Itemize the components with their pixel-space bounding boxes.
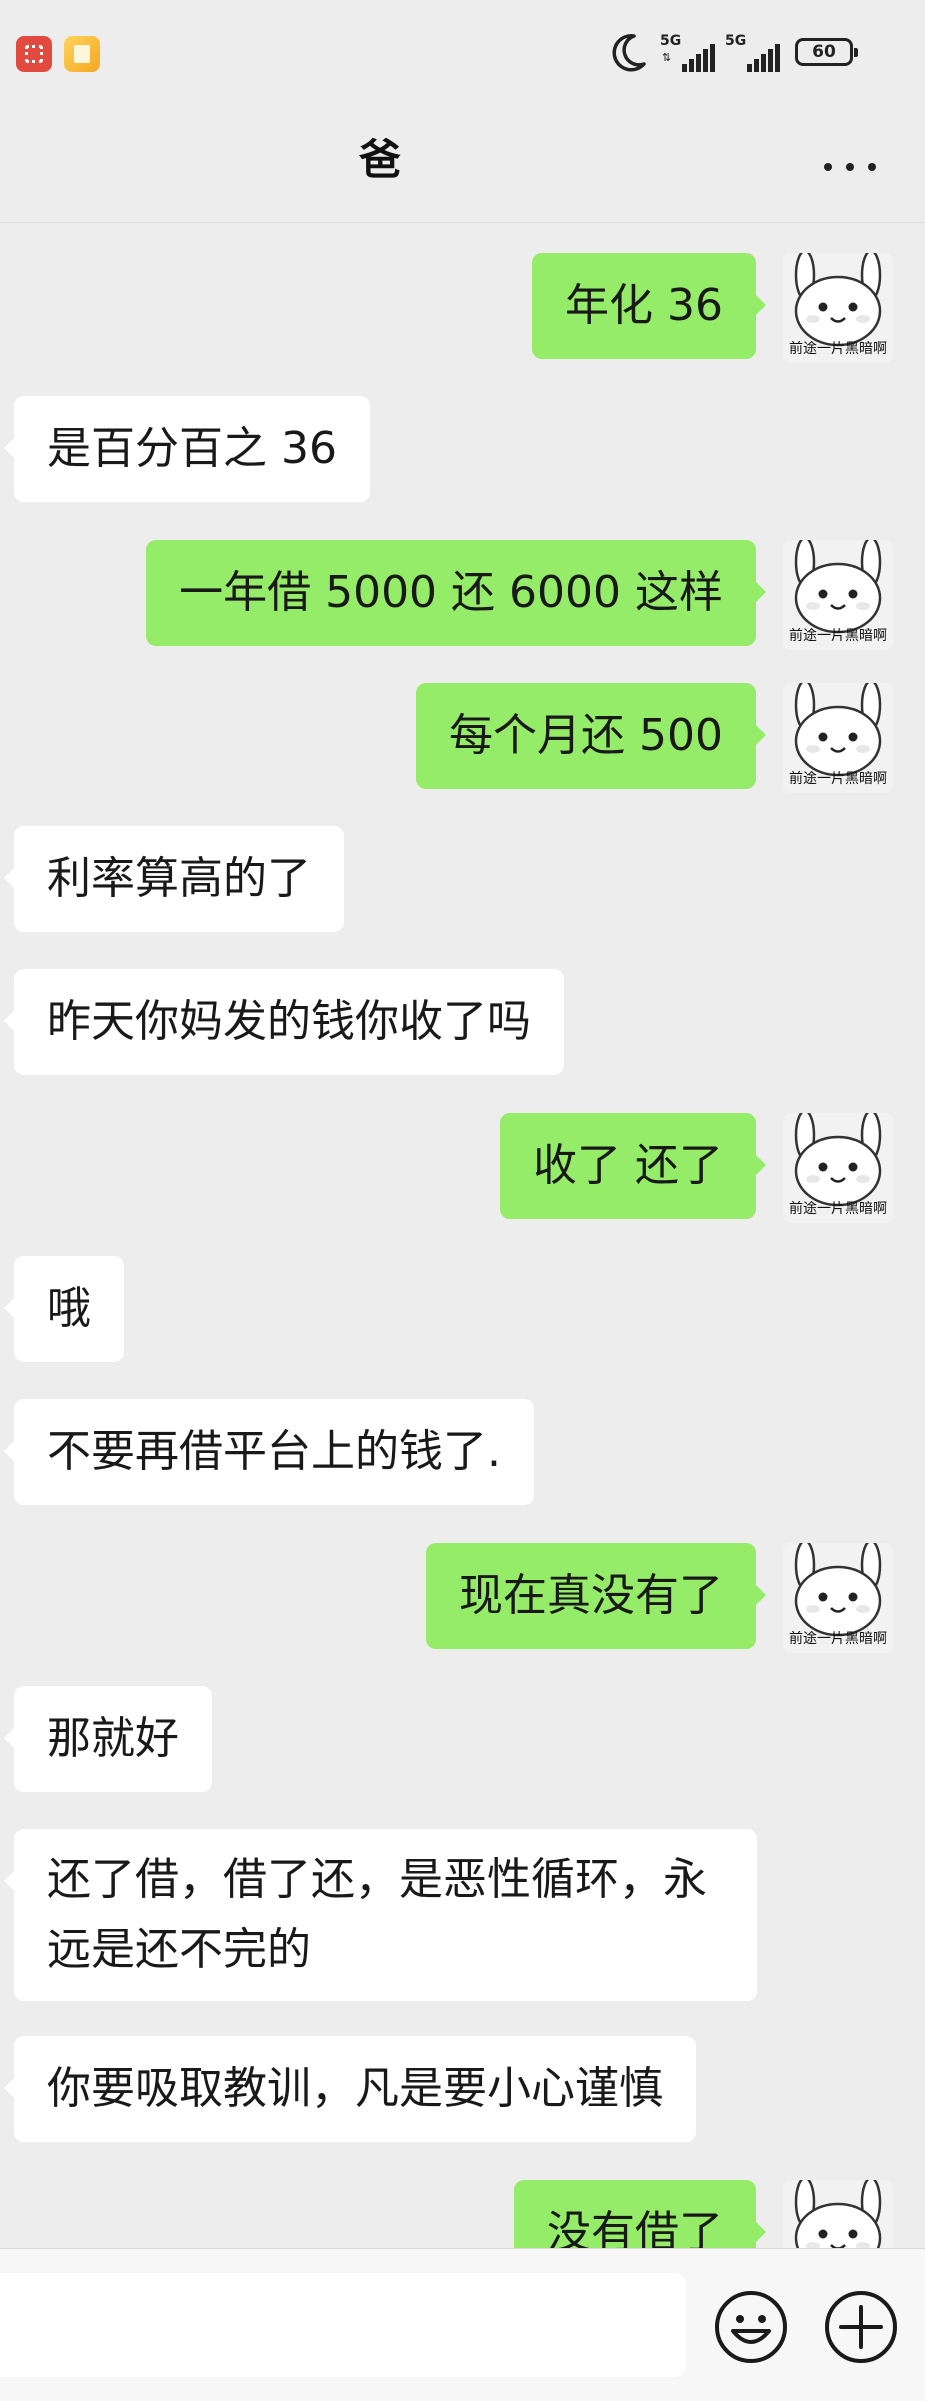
chat-title: 爸 [358,135,401,184]
outgoing-message-bubble[interactable]: 每个月还 500 [416,683,766,789]
avatar-caption: 前途一片黑暗啊 [789,1201,887,1217]
avatar[interactable]: 前途一片黑暗啊 [783,2180,893,2248]
plus-circle-icon[interactable] [823,2289,899,2365]
outgoing-message-bubble[interactable]: 没有借了 [514,2180,766,2248]
avatar-caption: 前途一片黑暗啊 [789,628,887,644]
incoming-message-bubble[interactable]: 你要吸取教训，凡是要小心谨慎 [4,2036,696,2142]
incoming-message-bubble[interactable]: 利率算高的了 [4,826,344,932]
avatar-caption: 前途一片黑暗啊 [789,341,887,357]
data-arrows-icon: ⇅ [662,51,672,64]
incoming-message-bubble[interactable]: 还了借，借了还，是恶性循环，永远是还不完的 [4,1829,757,2001]
signal-bars-icon [747,44,780,72]
incoming-message-bubble[interactable]: 不要再借平台上的钱了. [4,1399,534,1505]
chat-header: 爸 [0,110,925,223]
app-notification-icon [16,36,52,72]
outgoing-message-bubble[interactable]: 年化 36 [532,253,766,359]
moon-icon [612,34,646,72]
avatar[interactable]: 前途一片黑暗啊 [783,253,893,363]
avatar-caption: 前途一片黑暗啊 [789,771,887,787]
incoming-message-bubble[interactable]: 那就好 [4,1686,212,1792]
avatar[interactable]: 前途一片黑暗啊 [783,1543,893,1653]
incoming-message-bubble[interactable]: 昨天你妈发的钱你收了吗 [4,969,564,1075]
incoming-message-bubble[interactable]: 是百分百之 36 [4,396,370,502]
avatar-caption: 前途一片黑暗啊 [789,1631,887,1647]
message-list[interactable]: 年化 36 前途一片黑暗啊 是百分百之 36 一年借 5000 还 6000 这… [0,223,925,2248]
network-label: 5G [725,33,747,49]
more-dots-icon[interactable] [818,146,882,186]
outgoing-message-bubble[interactable]: 一年借 5000 还 6000 这样 [146,540,766,646]
avatar[interactable]: 前途一片黑暗啊 [783,1113,893,1223]
battery-level: 60 [812,42,836,62]
incoming-message-bubble[interactable]: 哦 [4,1256,124,1362]
avatar[interactable]: 前途一片黑暗啊 [783,683,893,793]
status-bar: 5G ⇅ 5G 60 [0,0,925,110]
battery-icon: 60 [795,38,858,66]
outgoing-message-bubble[interactable]: 收了 还了 [500,1113,766,1219]
emoji-icon[interactable] [713,2289,789,2365]
network-label: 5G [660,33,682,49]
outgoing-message-bubble[interactable]: 现在真没有了 [426,1543,766,1649]
signal-bars-icon [682,44,715,72]
notes-notification-icon [64,36,100,72]
message-input[interactable] [0,2273,686,2377]
avatar[interactable]: 前途一片黑暗啊 [783,540,893,650]
input-bar [0,2248,925,2401]
